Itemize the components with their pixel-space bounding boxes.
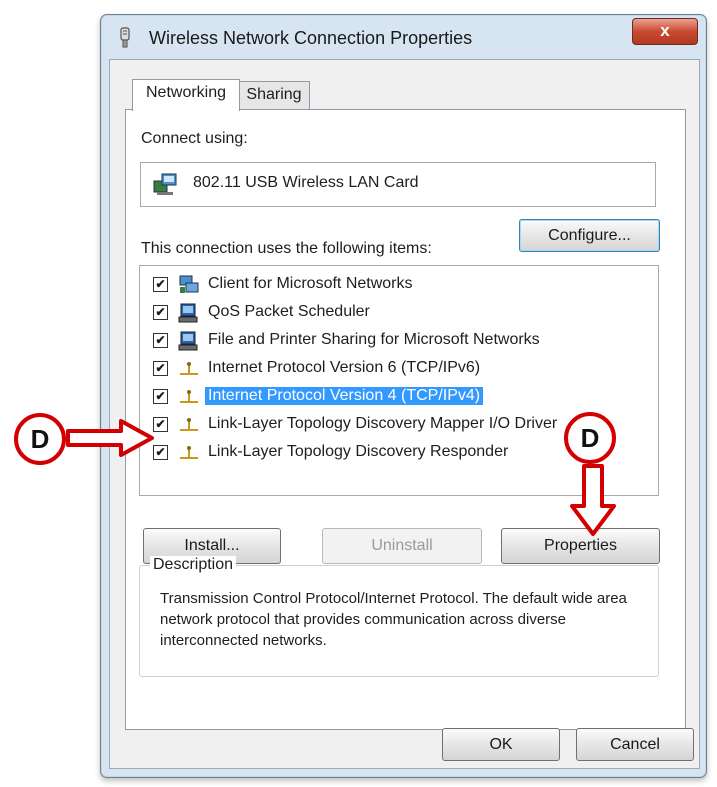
dialog-body: Networking Sharing Connect using: 802.11… (109, 59, 700, 769)
arrow-down-icon (570, 464, 616, 536)
description-text: Transmission Control Protocol/Internet P… (160, 590, 627, 649)
item-label: Link-Layer Topology Discovery Mapper I/O… (208, 415, 558, 432)
item-checkbox[interactable]: ✔ (153, 333, 168, 348)
items-label: This connection uses the following items… (141, 240, 432, 257)
annotation-marker-left: D (14, 413, 66, 465)
list-item[interactable]: ✔ Client for Microsoft Networks (140, 273, 652, 297)
tab-networking[interactable]: Networking (132, 79, 240, 111)
protocol-icon (180, 362, 198, 375)
item-label: Internet Protocol Version 4 (TCP/IPv4) (205, 387, 484, 405)
description-group: Description Transmission Control Protoco… (139, 556, 659, 677)
list-item[interactable]: ✔ QoS Packet Scheduler (140, 301, 652, 325)
item-checkbox[interactable]: ✔ (153, 305, 168, 320)
adapter-field: 802.11 USB Wireless LAN Card (140, 162, 656, 207)
item-label: File and Printer Sharing for Microsoft N… (208, 331, 540, 348)
item-checkbox[interactable]: ✔ (153, 389, 168, 404)
annotation-marker-right: D (564, 412, 616, 464)
tab-sharing[interactable]: Sharing (238, 81, 310, 110)
network-service-icon (178, 303, 198, 323)
connect-using-label: Connect using: (141, 130, 248, 147)
cancel-button[interactable]: Cancel (576, 728, 694, 761)
dialog-title: Wireless Network Connection Properties (149, 28, 473, 48)
configure-button[interactable]: Configure... (519, 219, 660, 252)
network-service-icon (178, 331, 198, 351)
network-client-icon (179, 275, 199, 293)
item-label: QoS Packet Scheduler (208, 303, 370, 320)
close-button[interactable]: x (632, 18, 698, 45)
item-checkbox[interactable]: ✔ (153, 361, 168, 376)
title-bar[interactable]: Wireless Network Connection Properties x (101, 15, 706, 59)
list-item-selected[interactable]: ✔ Internet Protocol Version 4 (TCP/IPv4) (140, 385, 652, 409)
arrow-right-icon (66, 419, 154, 457)
item-label: Link-Layer Topology Discovery Responder (208, 443, 509, 460)
item-checkbox[interactable]: ✔ (153, 277, 168, 292)
ok-button[interactable]: OK (442, 728, 560, 761)
protocol-icon (180, 390, 198, 403)
description-legend: Description (150, 556, 237, 574)
protocol-icon (180, 418, 198, 431)
uninstall-button[interactable]: Uninstall (322, 528, 482, 564)
list-item[interactable]: ✔ File and Printer Sharing for Microsoft… (140, 329, 652, 353)
protocol-icon (180, 446, 198, 459)
network-card-icon (153, 173, 177, 195)
adapter-name: 802.11 USB Wireless LAN Card (193, 174, 419, 191)
properties-dialog: Wireless Network Connection Properties x… (100, 14, 707, 778)
item-label: Client for Microsoft Networks (208, 275, 413, 292)
item-label: Internet Protocol Version 6 (TCP/IPv6) (208, 359, 481, 376)
network-adapter-icon (120, 27, 130, 48)
list-item[interactable]: ✔ Internet Protocol Version 6 (TCP/IPv6) (140, 357, 652, 381)
